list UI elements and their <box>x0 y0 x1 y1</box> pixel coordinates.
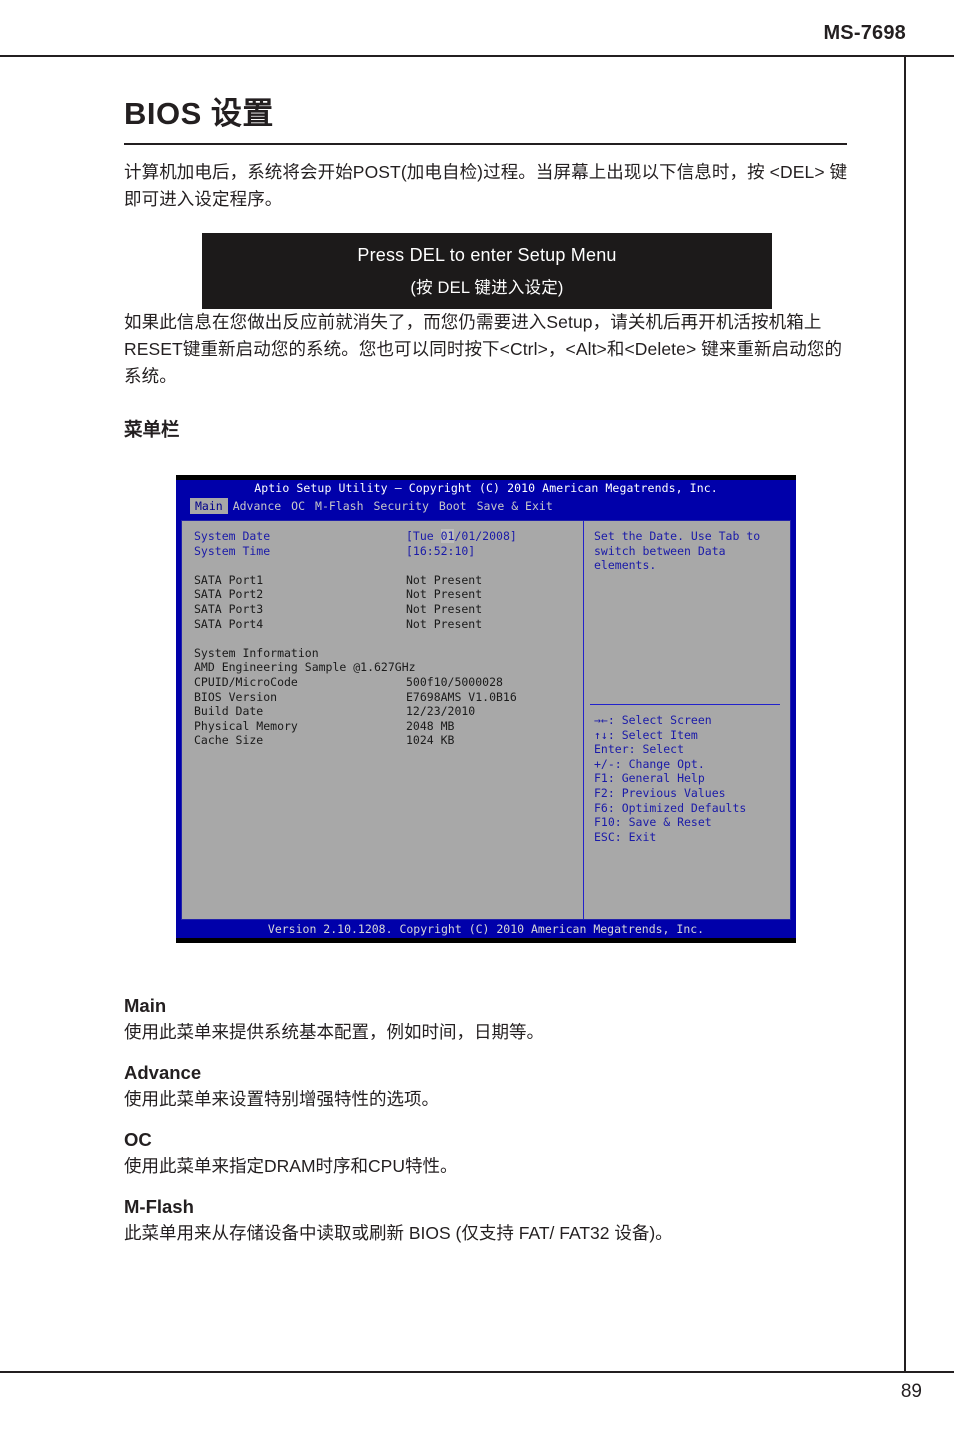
bios-tab-save-exit[interactable]: Save & Exit <box>472 498 558 514</box>
bios-screen: Aptio Setup Utility – Copyright (C) 2010… <box>176 480 796 938</box>
bios-value-sata-port3: Not Present <box>406 601 483 616</box>
bios-tab-security[interactable]: Security <box>369 498 434 514</box>
bios-label-sata-port2: SATA Port2 <box>194 587 264 602</box>
bios-row-cache-size: Cache Size 1024 KB <box>194 733 583 748</box>
bios-help-pane: Set the Date. Use Tab to switch between … <box>584 521 790 919</box>
bios-label-system-time: System Time <box>194 543 271 558</box>
bios-label-sata-port1: SATA Port1 <box>194 572 264 587</box>
document-content: BIOS 设置 计算机加电后，系统将会开始POST(加电自检)过程。当屏幕上出现… <box>124 88 848 442</box>
bios-key-enter-select: Enter: Select <box>594 742 685 757</box>
bios-value-physical-memory: 2048 MB <box>406 718 455 733</box>
bios-tab-main[interactable]: Main <box>190 498 228 514</box>
bios-value-cache-size: 1024 KB <box>406 733 455 748</box>
bios-key-f10-save-reset: F10: Save & Reset <box>594 815 712 830</box>
bios-label-cache-size: Cache Size <box>194 733 264 748</box>
bios-date-highlight[interactable]: 01 <box>440 529 455 543</box>
bios-value-cpuid-microcode: 500f10/5000028 <box>406 674 503 689</box>
page-number: 89 <box>900 1381 922 1402</box>
menubar-section-heading: 菜单栏 <box>124 419 180 440</box>
bios-key-f2-previous-values: F2: Previous Values <box>594 785 726 800</box>
bios-version-footer: Version 2.10.1208. Copyright (C) 2010 Am… <box>176 920 796 938</box>
description-term-m-flash: M-Flash <box>124 1196 194 1217</box>
bios-row-system-date[interactable]: System Date [Tue 01/01/2008] <box>194 529 583 544</box>
bios-date-prefix: [Tue <box>406 529 441 543</box>
bios-tab-oc[interactable]: OC <box>286 498 310 514</box>
bios-menu-bar: Main Advance OC M-Flash Security Boot Save & E… <box>176 497 796 515</box>
description-item-main: Main 使用此菜单来提供系统基本配置，例如时间，日期等。 <box>124 995 848 1045</box>
menu-descriptions: Main 使用此菜单来提供系统基本配置，例如时间，日期等。 Advance 使用… <box>124 995 848 1263</box>
bios-body: System Date [Tue 01/01/2008] System Time [… <box>181 520 791 920</box>
description-text-advance: 使用此菜单来设置特别增强特性的选项。 <box>124 1089 439 1109</box>
bios-key-select-screen: →←: Select Screen <box>594 713 712 727</box>
description-item-advance: Advance 使用此菜单来设置特别增强特性的选项。 <box>124 1062 848 1112</box>
bios-value-sata-port2: Not Present <box>406 587 483 602</box>
description-text-main: 使用此菜单来提供系统基本配置，例如时间，日期等。 <box>124 1022 544 1042</box>
post-message-english: Press DEL to enter Setup Menu <box>357 244 617 265</box>
bios-key-change-opt: +/-: Change Opt. <box>594 756 705 771</box>
description-text-oc: 使用此菜单来指定DRAM时序和CPU特性。 <box>124 1156 458 1176</box>
bios-label-sata-port4: SATA Port4 <box>194 616 264 631</box>
after-box-paragraph: 如果此信息在您做出反应前就消失了，而您仍需要进入Setup，请关机后再开机活按机… <box>124 312 843 386</box>
bios-label-system-date: System Date <box>194 529 271 543</box>
bios-row-cpuid-microcode: CPUID/MicroCode 500f10/5000028 <box>194 675 583 690</box>
title-underline <box>124 143 847 145</box>
description-term-advance: Advance <box>124 1062 202 1083</box>
bios-screenshot-figure: Aptio Setup Utility – Copyright (C) 2010… <box>176 475 796 943</box>
page-frame-top-rule <box>0 55 954 57</box>
bios-settings-pane: System Date [Tue 01/01/2008] System Time [… <box>182 521 584 919</box>
bios-key-f6-optimized-defaults: F6: Optimized Defaults <box>594 800 747 815</box>
page-title: BIOS 设置 <box>124 96 274 131</box>
bios-tab-advance[interactable]: Advance <box>228 498 286 514</box>
bios-key-esc-exit: ESC: Exit <box>594 829 657 844</box>
bios-row-sata-port4[interactable]: SATA Port4 Not Present <box>194 617 583 632</box>
bios-label-build-date: Build Date <box>194 704 264 719</box>
bios-row-sata-port1[interactable]: SATA Port1 Not Present <box>194 573 583 588</box>
description-item-m-flash: M-Flash 此菜单用来从存储设备中读取或刷新 BIOS (仅支持 FAT/ … <box>124 1196 848 1246</box>
bios-value-sata-port4: Not Present <box>406 616 483 631</box>
bios-cpu-name: AMD Engineering Sample @1.627GHz <box>194 660 416 675</box>
bios-label-sata-port3: SATA Port3 <box>194 601 264 616</box>
bios-value-sata-port1: Not Present <box>406 572 483 587</box>
bios-value-build-date: 12/23/2010 <box>406 704 476 719</box>
bios-value-system-time[interactable]: [16:52:10] <box>406 544 475 559</box>
page-header-model: MS-7698 <box>823 22 906 44</box>
bios-help-divider <box>590 704 780 705</box>
bios-row-build-date: Build Date 12/23/2010 <box>194 704 583 719</box>
page-frame-right-rule <box>904 55 906 1373</box>
bios-tab-m-flash[interactable]: M-Flash <box>310 498 368 514</box>
post-message-chinese: (按 DEL 键进入设定) <box>410 278 564 297</box>
bios-row-sata-port2[interactable]: SATA Port2 Not Present <box>194 587 583 602</box>
post-message-box: Press DEL to enter Setup Menu (按 DEL 键进入… <box>202 233 772 309</box>
bios-label-physical-memory: Physical Memory <box>194 718 298 733</box>
page-frame-bottom-rule <box>0 1371 954 1373</box>
bios-value-system-date[interactable]: [Tue 01/01/2008] <box>406 529 517 544</box>
bios-row-system-time[interactable]: System Time [16:52:10] <box>194 544 583 559</box>
bios-help-line-2: switch between Data elements. <box>594 543 726 573</box>
bios-label-cpuid-microcode: CPUID/MicroCode <box>194 674 298 689</box>
bios-row-physical-memory: Physical Memory 2048 MB <box>194 719 583 734</box>
bios-title: Aptio Setup Utility – Copyright (C) 2010… <box>176 480 796 497</box>
description-text-m-flash: 此菜单用来从存储设备中读取或刷新 BIOS (仅支持 FAT/ FAT32 设备… <box>124 1223 673 1243</box>
description-term-oc: OC <box>124 1129 152 1150</box>
bios-key-f1-general-help: F1: General Help <box>594 771 705 786</box>
bios-label-bios-version: BIOS Version <box>194 689 278 704</box>
bios-row-bios-version: BIOS Version E7698AMS V1.0B16 <box>194 690 583 705</box>
bios-tab-boot[interactable]: Boot <box>434 498 472 514</box>
description-item-oc: OC 使用此菜单来指定DRAM时序和CPU特性。 <box>124 1129 848 1179</box>
bios-help-line-1: Set the Date. Use Tab to <box>594 529 761 543</box>
bios-date-suffix: /01/2008] <box>454 529 517 543</box>
bios-key-legend: →←: Select Screen ↑↓: Select Item Enter:… <box>594 713 746 844</box>
bios-system-information-heading: System Information <box>194 645 319 660</box>
bios-spacer-2 <box>194 631 583 646</box>
bios-value-bios-version: E7698AMS V1.0B16 <box>406 689 517 704</box>
bios-key-select-item: ↑↓: Select Item <box>594 727 698 742</box>
bios-row-sata-port3[interactable]: SATA Port3 Not Present <box>194 602 583 617</box>
bios-spacer-1 <box>194 558 583 573</box>
description-term-main: Main <box>124 995 167 1016</box>
intro-paragraph: 计算机加电后，系统将会开始POST(加电自检)过程。当屏幕上出现以下信息时，按 … <box>124 162 848 209</box>
